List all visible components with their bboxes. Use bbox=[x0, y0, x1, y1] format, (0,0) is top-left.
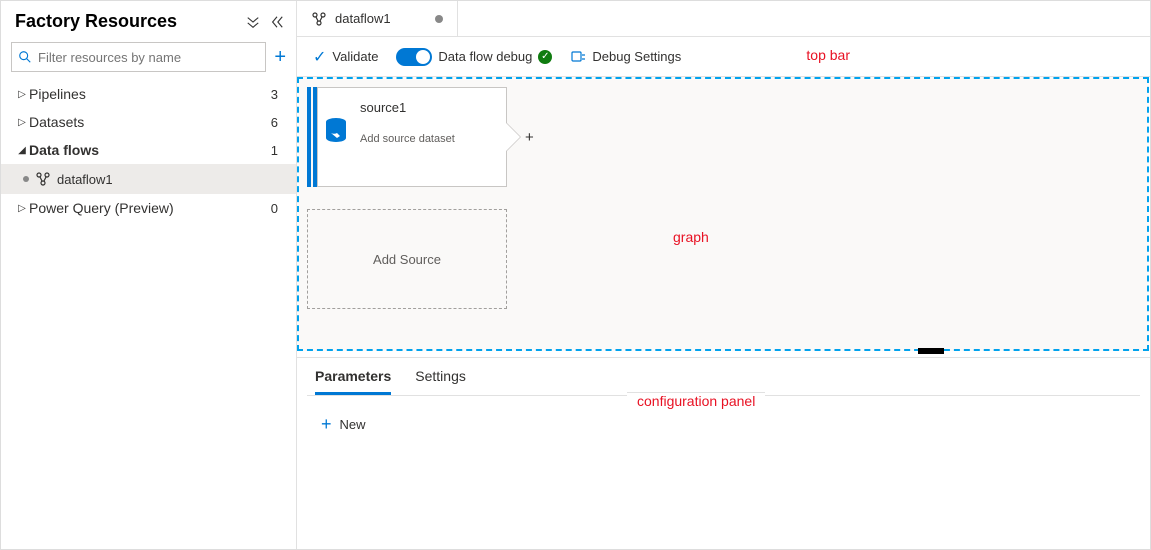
resource-tree: ▷ Pipelines 3 ▷ Datasets 6 ◢ Data flows … bbox=[1, 80, 296, 549]
chevron-right-icon: ▷ bbox=[15, 117, 29, 128]
settings-icon bbox=[570, 49, 586, 65]
annotation-graph: graph bbox=[673, 229, 709, 245]
add-source-button[interactable]: Add Source bbox=[307, 209, 507, 309]
tree-count: 0 bbox=[271, 201, 282, 216]
filter-input[interactable] bbox=[38, 50, 259, 65]
tab-label: dataflow1 bbox=[335, 11, 391, 26]
tab-bar: dataflow1 bbox=[297, 1, 1150, 37]
filter-input-container[interactable] bbox=[11, 42, 266, 72]
debug-settings-button[interactable]: Debug Settings bbox=[570, 49, 681, 65]
add-resource-button[interactable]: + bbox=[274, 46, 286, 69]
sidebar: Factory Resources + ▷ Pipelines 3 ▷ Data… bbox=[1, 1, 297, 549]
annotation-topbar: top bar bbox=[806, 47, 850, 63]
config-panel: Parameters Settings + New configuration … bbox=[297, 357, 1150, 549]
sidebar-header: Factory Resources bbox=[1, 1, 296, 38]
debug-toggle[interactable]: Data flow debug ✓ bbox=[396, 48, 552, 66]
tree-item-pipelines[interactable]: ▷ Pipelines 3 bbox=[1, 80, 296, 108]
tree-count: 6 bbox=[271, 115, 282, 130]
toolbar: ✓ Validate Data flow debug ✓ Debug Setti… bbox=[297, 37, 1150, 77]
tab-dataflow1[interactable]: dataflow1 bbox=[297, 1, 458, 36]
debug-label: Data flow debug bbox=[438, 49, 532, 64]
plus-icon: + bbox=[321, 414, 332, 435]
toggle-switch-icon[interactable] bbox=[396, 48, 432, 66]
tree-label: Pipelines bbox=[29, 86, 271, 102]
config-tabs: Parameters Settings bbox=[307, 358, 1140, 396]
source-node[interactable]: source1 Add source dataset bbox=[317, 87, 507, 187]
node-handle-icon[interactable] bbox=[307, 87, 311, 187]
validate-label: Validate bbox=[332, 49, 378, 64]
tree-item-dataflows[interactable]: ◢ Data flows 1 bbox=[1, 136, 296, 164]
tree-item-datasets[interactable]: ▷ Datasets 6 bbox=[1, 108, 296, 136]
unsaved-dot-icon bbox=[23, 176, 29, 182]
node-title: source1 bbox=[360, 100, 455, 115]
dataflow-icon bbox=[311, 11, 327, 27]
sidebar-title: Factory Resources bbox=[15, 11, 246, 32]
chevron-down-icon: ◢ bbox=[15, 145, 29, 156]
tree-label: Datasets bbox=[29, 114, 271, 130]
tree-count: 3 bbox=[271, 87, 282, 102]
tree-count: 1 bbox=[271, 143, 282, 158]
chevron-right-icon: ▷ bbox=[15, 203, 29, 214]
filter-row: + bbox=[1, 38, 296, 80]
tree-child-dataflow1[interactable]: dataflow1 bbox=[1, 164, 296, 194]
tree-item-powerquery[interactable]: ▷ Power Query (Preview) 0 bbox=[1, 194, 296, 222]
validate-button[interactable]: ✓ Validate bbox=[313, 47, 378, 67]
tree-label: Power Query (Preview) bbox=[29, 200, 271, 216]
tree-child-label: dataflow1 bbox=[57, 172, 282, 187]
config-tab-settings[interactable]: Settings bbox=[415, 368, 466, 395]
add-step-button[interactable]: + bbox=[525, 129, 534, 146]
add-source-label: Add Source bbox=[373, 252, 441, 267]
graph-canvas[interactable]: source1 Add source dataset + Add Source … bbox=[297, 77, 1149, 351]
unsaved-dot-icon bbox=[435, 15, 443, 23]
dataflow-icon bbox=[35, 171, 51, 187]
chevron-double-down-icon[interactable] bbox=[246, 15, 260, 29]
search-icon bbox=[18, 50, 32, 64]
tree-label: Data flows bbox=[29, 142, 271, 158]
source-node-wrapper: source1 Add source dataset + bbox=[307, 87, 534, 187]
annotation-config: configuration panel bbox=[627, 392, 765, 409]
checkmark-icon: ✓ bbox=[313, 47, 326, 67]
new-label: New bbox=[340, 417, 366, 432]
chevron-right-icon: ▷ bbox=[15, 89, 29, 100]
main: dataflow1 ✓ Validate Data flow debug ✓ D… bbox=[297, 1, 1150, 549]
source-db-icon bbox=[318, 88, 354, 146]
debug-settings-label: Debug Settings bbox=[592, 49, 681, 64]
collapse-sidebar-icon[interactable] bbox=[270, 15, 284, 29]
config-tab-parameters[interactable]: Parameters bbox=[315, 368, 391, 395]
status-ok-icon: ✓ bbox=[538, 50, 552, 64]
node-subtitle: Add source dataset bbox=[360, 133, 455, 145]
